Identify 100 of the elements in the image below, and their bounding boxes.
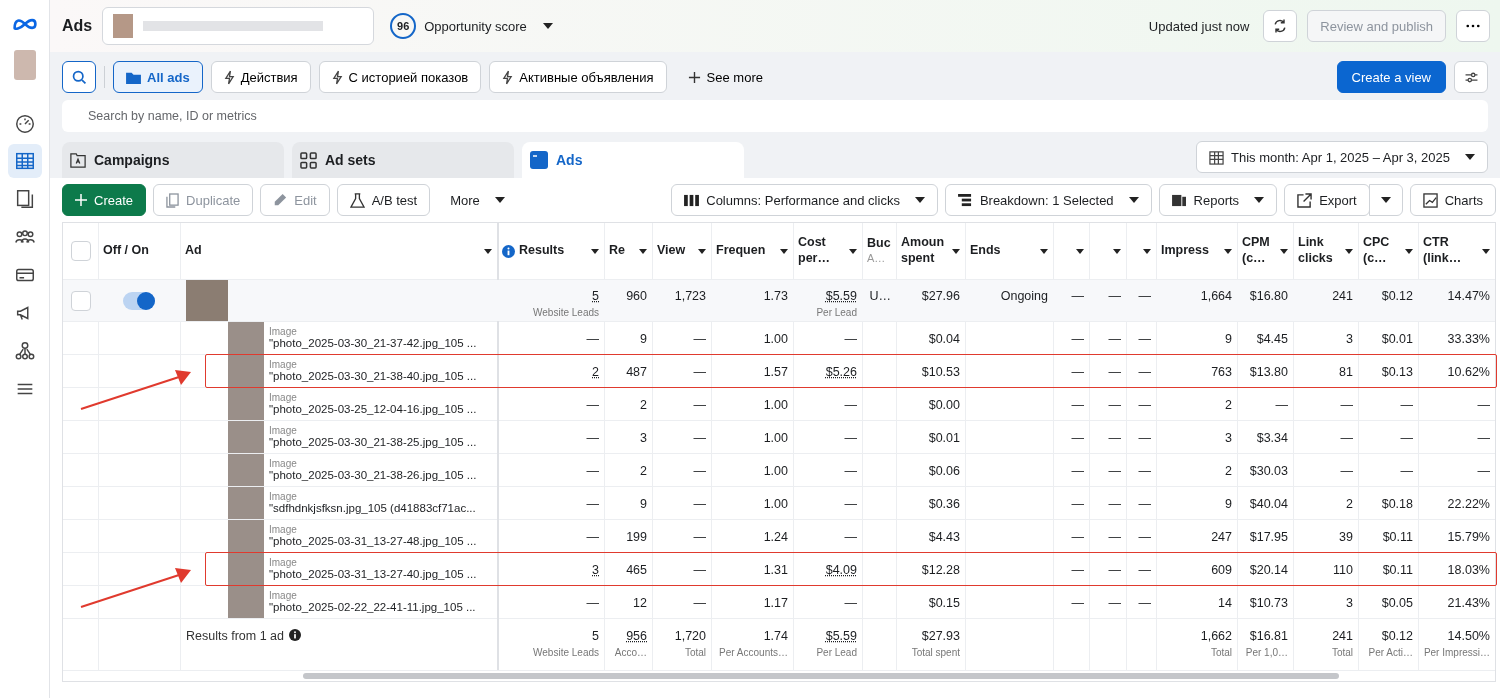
row-checkbox[interactable] bbox=[70, 290, 91, 311]
photo-placeholder bbox=[228, 421, 264, 453]
sort-caret-icon[interactable] bbox=[1113, 248, 1121, 254]
table-cell: — bbox=[1477, 398, 1490, 412]
ad-name[interactable]: Image "photo_2025-03-30_21-38-25.jpg_105 ... bbox=[269, 425, 477, 449]
sort-caret-icon[interactable] bbox=[1405, 248, 1413, 254]
search-button[interactable] bbox=[62, 61, 96, 93]
toolbar-button[interactable]: Create bbox=[62, 184, 147, 216]
table-cell: 10.62% bbox=[1447, 365, 1490, 379]
ad-name[interactable]: Image "photo_2025-03-25_12-04-16.jpg_105 ... bbox=[269, 392, 477, 416]
flask-icon bbox=[349, 192, 365, 208]
table-cell: — bbox=[1108, 530, 1121, 544]
ad-name[interactable]: Image "photo_2025-03-31_13-27-40.jpg_105 ... bbox=[269, 557, 477, 581]
column-header[interactable]: Ad bbox=[185, 243, 202, 259]
toolbar-button[interactable]: Breakdown: 1 Selected bbox=[944, 184, 1152, 216]
logo-icon[interactable] bbox=[11, 16, 38, 32]
table-cell: 81 bbox=[1339, 365, 1353, 379]
sort-caret-icon[interactable] bbox=[1345, 248, 1353, 254]
date-range-picker[interactable]: This month: Apr 1, 2025 – Apr 3, 2025 bbox=[1196, 141, 1488, 173]
sort-caret-icon[interactable] bbox=[591, 248, 599, 254]
column-header[interactable]: Frequen bbox=[716, 243, 766, 259]
filter-chip[interactable]: С историей показов bbox=[318, 61, 482, 93]
scrollbar-thumb[interactable] bbox=[303, 673, 1339, 679]
column-header[interactable]: CPM (c… bbox=[1242, 235, 1272, 267]
toolbar-button[interactable]: A/B test bbox=[336, 184, 431, 216]
toolbar-button[interactable]: Columns: Performance and clicks bbox=[671, 184, 938, 216]
column-header[interactable]: Results bbox=[519, 243, 565, 259]
table-cell: — bbox=[586, 497, 599, 511]
table-cell: 18.03% bbox=[1447, 563, 1490, 577]
sort-caret-icon[interactable] bbox=[1040, 248, 1048, 254]
table-cell: 1.73 bbox=[763, 289, 788, 303]
sidebar-item[interactable] bbox=[7, 144, 42, 178]
column-header[interactable]: Cost per… bbox=[798, 235, 841, 267]
ad-name[interactable]: Image "sdfhdnkjsfksn.jpg_105 (d41883cf71ac... bbox=[269, 491, 476, 515]
sort-caret-icon[interactable] bbox=[639, 248, 647, 254]
sort-caret-icon[interactable] bbox=[1482, 248, 1490, 254]
column-header[interactable]: CPC (c… bbox=[1363, 235, 1397, 267]
level-tab[interactable]: Ads bbox=[522, 142, 744, 178]
table-cell: 5 Website Leads bbox=[533, 289, 599, 318]
sort-caret-icon[interactable] bbox=[1224, 248, 1232, 254]
table-cell: — bbox=[586, 596, 599, 610]
level-tab[interactable]: Campaigns bbox=[62, 142, 284, 178]
table-cell: 487 bbox=[626, 365, 647, 379]
photo-placeholder bbox=[228, 322, 264, 354]
lightning-icon bbox=[331, 69, 343, 85]
sort-caret-icon[interactable] bbox=[484, 248, 492, 254]
toggle-switch[interactable] bbox=[123, 291, 155, 310]
table-row[interactable]: 5 Website Leads 960 1,723 1.73 $5.59 Per Lead U… $27.96 Ongoing — — — 1,664 $16.80 241 $0.12 14.47% bbox=[63, 280, 1495, 321]
column-header[interactable]: Impress bbox=[1161, 243, 1209, 259]
table-cell: 39 bbox=[1339, 530, 1353, 544]
table-cell: — bbox=[1340, 464, 1353, 478]
table-cell: 1.00 bbox=[763, 398, 788, 412]
column-header[interactable]: CTR (link… bbox=[1423, 235, 1474, 267]
sort-caret-icon[interactable] bbox=[849, 248, 857, 254]
column-header[interactable]: Buc A… bbox=[867, 236, 891, 266]
table-cell: 1.57 bbox=[763, 365, 788, 379]
lightning-icon bbox=[223, 69, 235, 85]
filter-chip[interactable]: Действия bbox=[210, 61, 311, 93]
sort-caret-icon[interactable] bbox=[698, 248, 706, 254]
column-header[interactable]: Link clicks bbox=[1298, 235, 1337, 267]
ad-name[interactable]: Image "photo_2025-03-31_13-27-48.jpg_105 ... bbox=[269, 524, 477, 548]
ad-name[interactable]: Image "photo_2025-03-30_21-38-26.jpg_105 ... bbox=[269, 458, 477, 482]
table-cell: — bbox=[1108, 431, 1121, 445]
ad-name[interactable]: Image "photo_2025-03-30_21-37-42.jpg_105 ... bbox=[269, 326, 477, 350]
column-header[interactable]: View bbox=[657, 243, 686, 259]
table-cell: — bbox=[1138, 289, 1151, 303]
photo-placeholder bbox=[228, 586, 264, 618]
sort-caret-icon[interactable] bbox=[952, 248, 961, 254]
sort-caret-icon[interactable] bbox=[1280, 248, 1288, 254]
column-header[interactable]: Re bbox=[609, 243, 625, 259]
filter-chip[interactable]: See more bbox=[674, 61, 776, 93]
filter-chip[interactable]: Активные объявления bbox=[489, 61, 667, 93]
table-cell: $4.43 bbox=[928, 530, 960, 544]
account-selector[interactable] bbox=[102, 7, 375, 45]
table-cell: 1.31 bbox=[763, 563, 788, 577]
sort-caret-icon[interactable] bbox=[1143, 248, 1151, 254]
select-all-checkbox[interactable] bbox=[70, 241, 91, 261]
table-cell: $10.53 bbox=[921, 365, 960, 379]
level-tab[interactable]: Ad sets bbox=[292, 142, 514, 178]
search-field[interactable]: Search by name, ID or metrics bbox=[62, 100, 1488, 132]
toolbar-button[interactable]: Export bbox=[1284, 184, 1370, 216]
table-cell: $40.04 bbox=[1249, 497, 1288, 511]
table-cell: U… bbox=[869, 289, 891, 303]
opportunity-score-dropdown[interactable]: 96 Opportunity score bbox=[390, 13, 553, 39]
toolbar-button[interactable]: Charts bbox=[1409, 184, 1496, 216]
export-options-button[interactable] bbox=[1368, 184, 1403, 216]
toolbar-button[interactable]: Reports bbox=[1158, 184, 1278, 216]
ad-name[interactable]: Image "photo_2025-03-30_21-38-40.jpg_105 ... bbox=[269, 359, 477, 383]
sort-caret-icon[interactable] bbox=[780, 248, 788, 254]
table-cell: — bbox=[1400, 398, 1413, 412]
column-header[interactable]: Ends bbox=[970, 243, 1001, 259]
filter-chip[interactable]: All ads bbox=[113, 61, 203, 93]
create-view-button[interactable]: Create a view bbox=[1336, 61, 1446, 93]
column-header[interactable]: Amoun spent bbox=[901, 235, 945, 267]
refresh-button[interactable] bbox=[1263, 10, 1298, 42]
table-cell: — bbox=[1400, 464, 1413, 478]
column-header[interactable]: Off / On bbox=[103, 243, 149, 259]
sort-caret-icon[interactable] bbox=[1076, 248, 1084, 254]
ad-name[interactable]: Image "photo_2025-02-22_22-41-11.jpg_105 ... bbox=[269, 590, 476, 614]
settings-button[interactable] bbox=[1454, 61, 1488, 93]
